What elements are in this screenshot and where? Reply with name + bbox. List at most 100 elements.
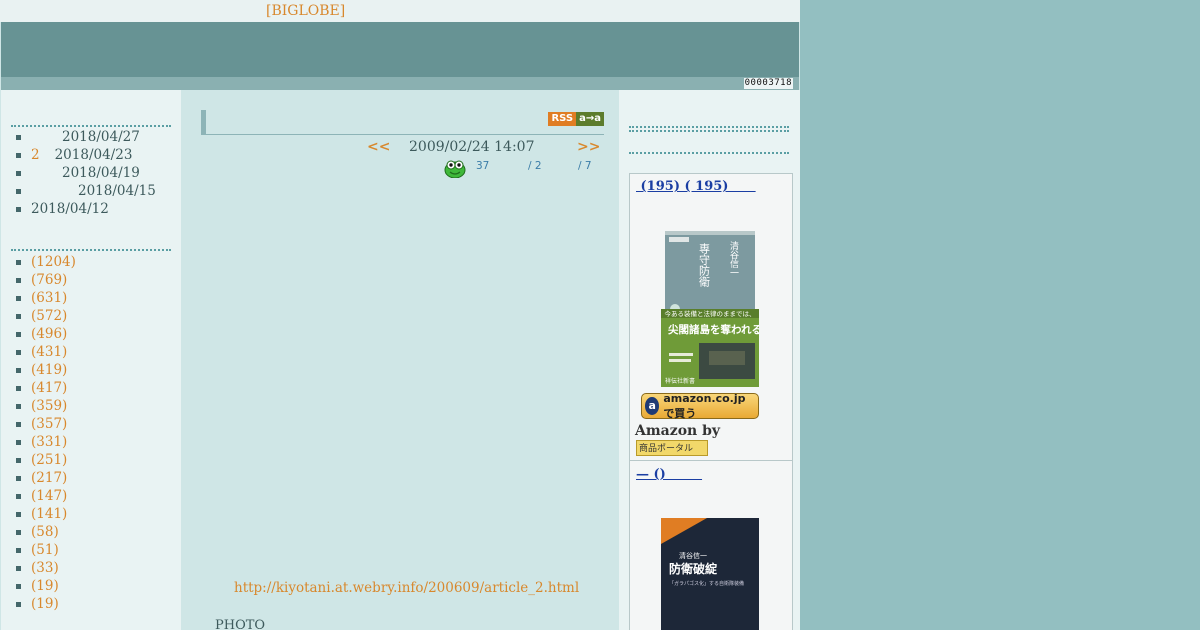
amazon-by-label: Amazon by	[635, 423, 721, 439]
amazon-book-box-1: (195) ( 195) 清谷信一 専守防衛 今ある装備と法律のままでは、 尖閣…	[629, 173, 793, 462]
biglobe-link[interactable]: [BIGLOBE]	[266, 3, 345, 19]
category-count: (331)	[31, 434, 68, 450]
book-cover-image[interactable]: 清谷信一 防衛破綻 「ガラパゴス化」する自衛隊装備	[661, 518, 759, 630]
categories-list: (1204) (769) (631) (572) (496) (431) (41…	[11, 253, 76, 613]
book-cover-image[interactable]: 清谷信一 専守防衛 今ある装備と法律のままでは、 尖閣諸島を奪われる! 祥伝社新…	[661, 231, 759, 387]
left-sidebar: 2018/04/27 2 2018/04/23 2018/04/19 2018/0…	[1, 90, 181, 630]
main-content: RSS a→a << 2009/02/24 14:07 >> 37 / 2 / …	[181, 90, 619, 630]
stat-trackbacks[interactable]: / 2	[528, 160, 542, 172]
category-count: (1204)	[31, 254, 76, 270]
article-nav-row: << 2009/02/24 14:07 >>	[181, 138, 619, 158]
rss-badge[interactable]: RSS a→a	[548, 112, 604, 126]
category-item[interactable]: (1204)	[11, 253, 76, 271]
product-portal-badge[interactable]: 商品ポータル	[636, 440, 708, 456]
book1-band-main: 尖閣諸島を奪われる!	[668, 323, 759, 336]
category-item[interactable]: (496)	[11, 325, 76, 343]
photo-label: PHOTO	[215, 618, 266, 630]
category-item[interactable]: (431)	[11, 343, 76, 361]
amazon-buy-label: amazon.co.jp で買う	[663, 391, 746, 420]
category-item[interactable]: (58)	[11, 523, 76, 541]
stat-visits: 37	[476, 160, 490, 172]
recent-post-count: 2	[31, 147, 40, 163]
counter-bar: 00003718	[1, 77, 799, 90]
prev-article-link[interactable]: <<	[367, 139, 390, 155]
recent-post-date: 2018/04/15	[78, 183, 156, 199]
recent-post-date: 2018/04/23	[54, 147, 133, 163]
recent-post-date: 2018/04/19	[62, 165, 140, 181]
recent-post-date: 2018/04/27	[62, 129, 140, 145]
recent-post-date: 2018/04/12	[31, 201, 109, 217]
recent-post-item[interactable]: 2018/04/12	[11, 200, 156, 218]
next-article-link[interactable]: >>	[577, 139, 600, 155]
category-item[interactable]: (631)	[11, 289, 76, 307]
book1-title-link[interactable]: (195) ( 195)	[636, 179, 756, 194]
recent-post-item[interactable]: 2018/04/27	[11, 128, 156, 146]
rss-label: RSS	[548, 112, 577, 126]
category-item[interactable]: (331)	[11, 433, 76, 451]
category-count: (51)	[31, 542, 59, 558]
category-count: (496)	[31, 326, 68, 342]
right-divider	[629, 130, 789, 132]
post-timestamp: 2009/02/24 14:07	[409, 139, 535, 155]
recent-post-item[interactable]: 2018/04/15	[11, 182, 156, 200]
recent-post-item[interactable]: 2 2018/04/23	[11, 146, 156, 164]
category-item[interactable]: (357)	[11, 415, 76, 433]
categories-divider	[11, 249, 171, 251]
category-count: (631)	[31, 290, 68, 306]
frog-icon[interactable]	[444, 158, 466, 178]
amazon-buy-button[interactable]: a amazon.co.jp で買う	[641, 391, 759, 420]
category-count: (572)	[31, 308, 68, 324]
category-count: (359)	[31, 398, 68, 414]
article-title-bar: RSS a→a	[201, 110, 604, 135]
category-count: (19)	[31, 596, 59, 612]
recent-posts-divider	[11, 125, 171, 127]
category-item[interactable]: (217)	[11, 469, 76, 487]
book1-author: 清谷信一	[728, 240, 739, 277]
category-item[interactable]: (251)	[11, 451, 76, 469]
category-item[interactable]: (419)	[11, 361, 76, 379]
category-item[interactable]: (19)	[11, 577, 76, 595]
category-count: (251)	[31, 452, 68, 468]
category-count: (141)	[31, 506, 68, 522]
article-url-link[interactable]: http://kiyotani.at.webry.info/200609/art…	[234, 580, 579, 596]
category-item[interactable]: (33)	[11, 559, 76, 577]
category-count: (769)	[31, 272, 68, 288]
category-count: (217)	[31, 470, 68, 486]
blog-page: [BIGLOBE] 00003718 2018/04/27 2 2018/04/2…	[0, 0, 800, 630]
category-item[interactable]: (19)	[11, 595, 76, 613]
blog-header-banner	[1, 22, 799, 77]
category-item[interactable]: (359)	[11, 397, 76, 415]
book2-cover-title: 防衛破綻	[669, 561, 718, 576]
book2-author: 清谷信一	[679, 551, 707, 560]
category-count: (58)	[31, 524, 59, 540]
book1-publisher: 祥伝社新書	[665, 377, 695, 385]
right-divider	[629, 152, 789, 154]
right-sidebar: (195) ( 195) 清谷信一 専守防衛 今ある装備と法律のままでは、 尖閣…	[619, 90, 800, 630]
category-count: (147)	[31, 488, 68, 504]
recent-post-item[interactable]: 2018/04/19	[11, 164, 156, 182]
category-item[interactable]: (417)	[11, 379, 76, 397]
top-bar: [BIGLOBE]	[0, 0, 800, 22]
article-stats-row: 37 / 2 / 7	[444, 158, 614, 180]
category-count: (33)	[31, 560, 59, 576]
category-count: (431)	[31, 344, 68, 360]
stat-comments[interactable]: / 7	[578, 160, 592, 172]
book1-cover-title: 専守防衛	[698, 243, 711, 288]
category-item[interactable]: (147)	[11, 487, 76, 505]
category-count: (19)	[31, 578, 59, 594]
book2-title-link[interactable]: — ()	[636, 467, 702, 482]
category-item[interactable]: (769)	[11, 271, 76, 289]
category-item[interactable]: (141)	[11, 505, 76, 523]
amazon-logo-icon: a	[645, 397, 660, 415]
book2-subtitle: 「ガラパゴス化」する自衛隊装備	[669, 580, 744, 587]
access-counter: 00003718	[743, 78, 793, 89]
rss-sub-label: a→a	[576, 112, 604, 126]
amazon-book-box-2: — () 清谷信一 防衛破綻 「ガラパゴス化」する自衛隊装備	[629, 460, 793, 630]
category-item[interactable]: (51)	[11, 541, 76, 559]
category-count: (419)	[31, 362, 68, 378]
category-item[interactable]: (572)	[11, 307, 76, 325]
book1-band-headline: 今ある装備と法律のままでは、	[665, 309, 756, 318]
category-count: (417)	[31, 380, 68, 396]
category-count: (357)	[31, 416, 68, 432]
recent-posts-list: 2018/04/27 2 2018/04/23 2018/04/19 2018/0…	[11, 128, 156, 218]
